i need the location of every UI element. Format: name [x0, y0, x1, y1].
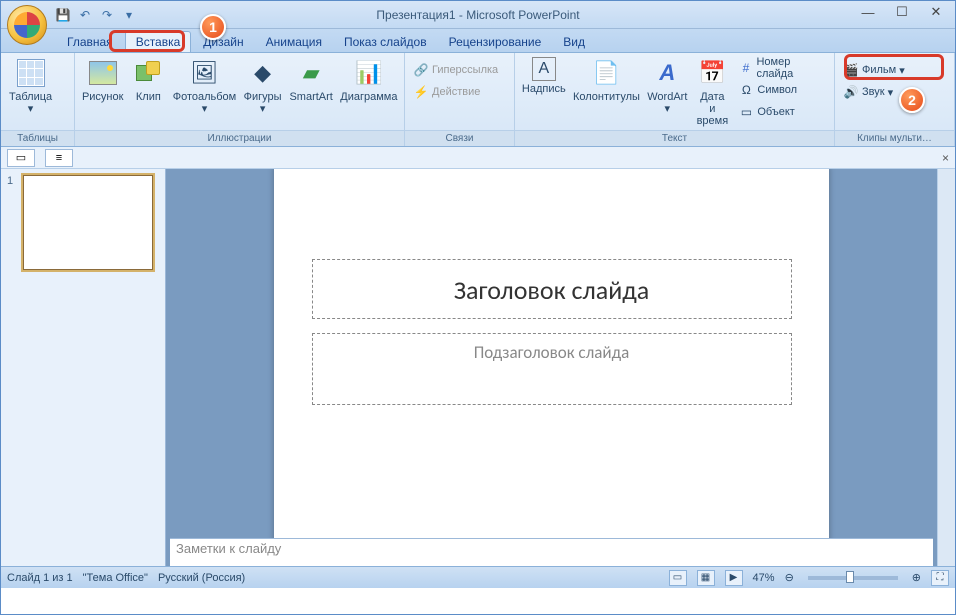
status-slide-count: Слайд 1 из 1 [7, 572, 73, 584]
slidenumber-icon: # [738, 60, 753, 76]
fit-to-window-button[interactable]: ⛶ [931, 570, 949, 586]
group-illustrations-label: Иллюстрации [75, 130, 404, 146]
smartart-icon: ▰ [295, 57, 327, 89]
badge-2: 2 [899, 87, 925, 113]
shapes-button[interactable]: ◆Фигуры▾ [241, 55, 285, 117]
chart-icon: 📊 [353, 57, 385, 89]
tab-slideshow[interactable]: Показ слайдов [334, 32, 437, 52]
slide: Заголовок слайда Подзаголовок слайда [274, 169, 829, 538]
group-text-label: Текст [515, 130, 834, 146]
hyperlink-icon: 🔗 [413, 62, 429, 78]
slide-thumbnails-pane: 1 [1, 169, 166, 566]
zoom-out-button[interactable]: ⊖ [785, 571, 794, 584]
symbol-button[interactable]: ΩСимвол [734, 79, 830, 101]
zoom-slider[interactable] [808, 576, 898, 580]
redo-icon[interactable]: ↷ [97, 5, 117, 25]
symbol-icon: Ω [738, 82, 754, 98]
movie-button[interactable]: 🎬Фильм ▾ [839, 59, 909, 81]
title-placeholder[interactable]: Заголовок слайда [312, 259, 792, 319]
slidenumber-button[interactable]: #Номер слайда [734, 57, 830, 79]
thumb-number: 1 [7, 175, 19, 270]
slideshow-view-button[interactable]: ▶ [725, 570, 743, 586]
hyperlink-button: 🔗Гиперссылка [409, 59, 502, 81]
tab-animation[interactable]: Анимация [256, 32, 332, 52]
table-icon [15, 57, 47, 89]
normal-view-button[interactable]: ▭ [669, 570, 687, 586]
action-button: ⚡Действие [409, 81, 502, 103]
table-button[interactable]: Таблица▾ [5, 55, 56, 117]
qat-dropdown-icon[interactable]: ▾ [119, 5, 139, 25]
picture-icon [87, 57, 119, 89]
zoom-in-button[interactable]: ⊕ [912, 571, 921, 584]
shapes-icon: ◆ [247, 57, 279, 89]
datetime-icon: 📅 [696, 57, 728, 89]
maximize-button[interactable]: ☐ [885, 1, 919, 23]
action-icon: ⚡ [413, 84, 429, 100]
vertical-scrollbar[interactable] [937, 169, 955, 566]
status-language[interactable]: Русский (Россия) [158, 572, 245, 584]
tab-home[interactable]: Главная [57, 32, 123, 52]
clipart-button[interactable]: Клип [128, 55, 168, 105]
office-logo-icon [14, 12, 40, 38]
clipart-icon [132, 57, 164, 89]
wordart-button[interactable]: AWordArt▾ [644, 55, 690, 117]
sound-icon: 🔊 [843, 84, 859, 100]
status-theme: "Тема Office" [83, 572, 148, 584]
slides-pane-tab[interactable]: ▭ [7, 149, 35, 167]
office-button[interactable] [7, 5, 47, 45]
group-media-label: Клипы мульти… [835, 130, 954, 146]
slide-canvas[interactable]: Заголовок слайда Подзаголовок слайда [166, 169, 937, 538]
smartart-button[interactable]: ▰SmartArt [287, 55, 336, 105]
group-tables-label: Таблицы [1, 130, 74, 146]
window-title: Презентация1 - Microsoft PowerPoint [376, 8, 579, 22]
picture-button[interactable]: Рисунок [79, 55, 126, 105]
subtitle-placeholder[interactable]: Подзаголовок слайда [312, 333, 792, 405]
tab-review[interactable]: Рецензирование [439, 32, 552, 52]
notes-pane[interactable]: Заметки к слайду [170, 538, 933, 566]
headerfooter-button[interactable]: 📄Колонтитулы [571, 55, 643, 105]
slide-thumbnail-1[interactable] [23, 175, 153, 270]
undo-icon[interactable]: ↶ [75, 5, 95, 25]
object-icon: ▭ [738, 104, 754, 120]
group-links-label: Связи [405, 130, 514, 146]
pane-close-icon[interactable]: × [809, 151, 949, 165]
photoalbum-icon: 🖼 [188, 57, 220, 89]
textbox-button[interactable]: AНадпись [519, 55, 569, 97]
photoalbum-button[interactable]: 🖼Фотоальбом▾ [170, 55, 238, 117]
movie-icon: 🎬 [843, 62, 859, 78]
save-icon[interactable]: 💾 [53, 5, 73, 25]
headerfooter-icon: 📄 [590, 57, 622, 89]
minimize-button[interactable]: — [851, 1, 885, 23]
datetime-button[interactable]: 📅Дата и время [692, 55, 732, 129]
wordart-icon: A [651, 57, 683, 89]
outline-pane-tab[interactable]: ≡ [45, 149, 73, 167]
badge-1: 1 [200, 14, 226, 40]
close-button[interactable]: ✕ [919, 1, 953, 23]
zoom-slider-thumb[interactable] [846, 571, 854, 583]
chart-button[interactable]: 📊Диаграмма [338, 55, 400, 105]
tab-insert[interactable]: Вставка [125, 31, 192, 52]
zoom-percent[interactable]: 47% [753, 572, 775, 584]
object-button[interactable]: ▭Объект [734, 101, 830, 123]
tab-view[interactable]: Вид [553, 32, 595, 52]
sorter-view-button[interactable]: ▦ [697, 570, 715, 586]
textbox-icon: A [532, 57, 556, 81]
